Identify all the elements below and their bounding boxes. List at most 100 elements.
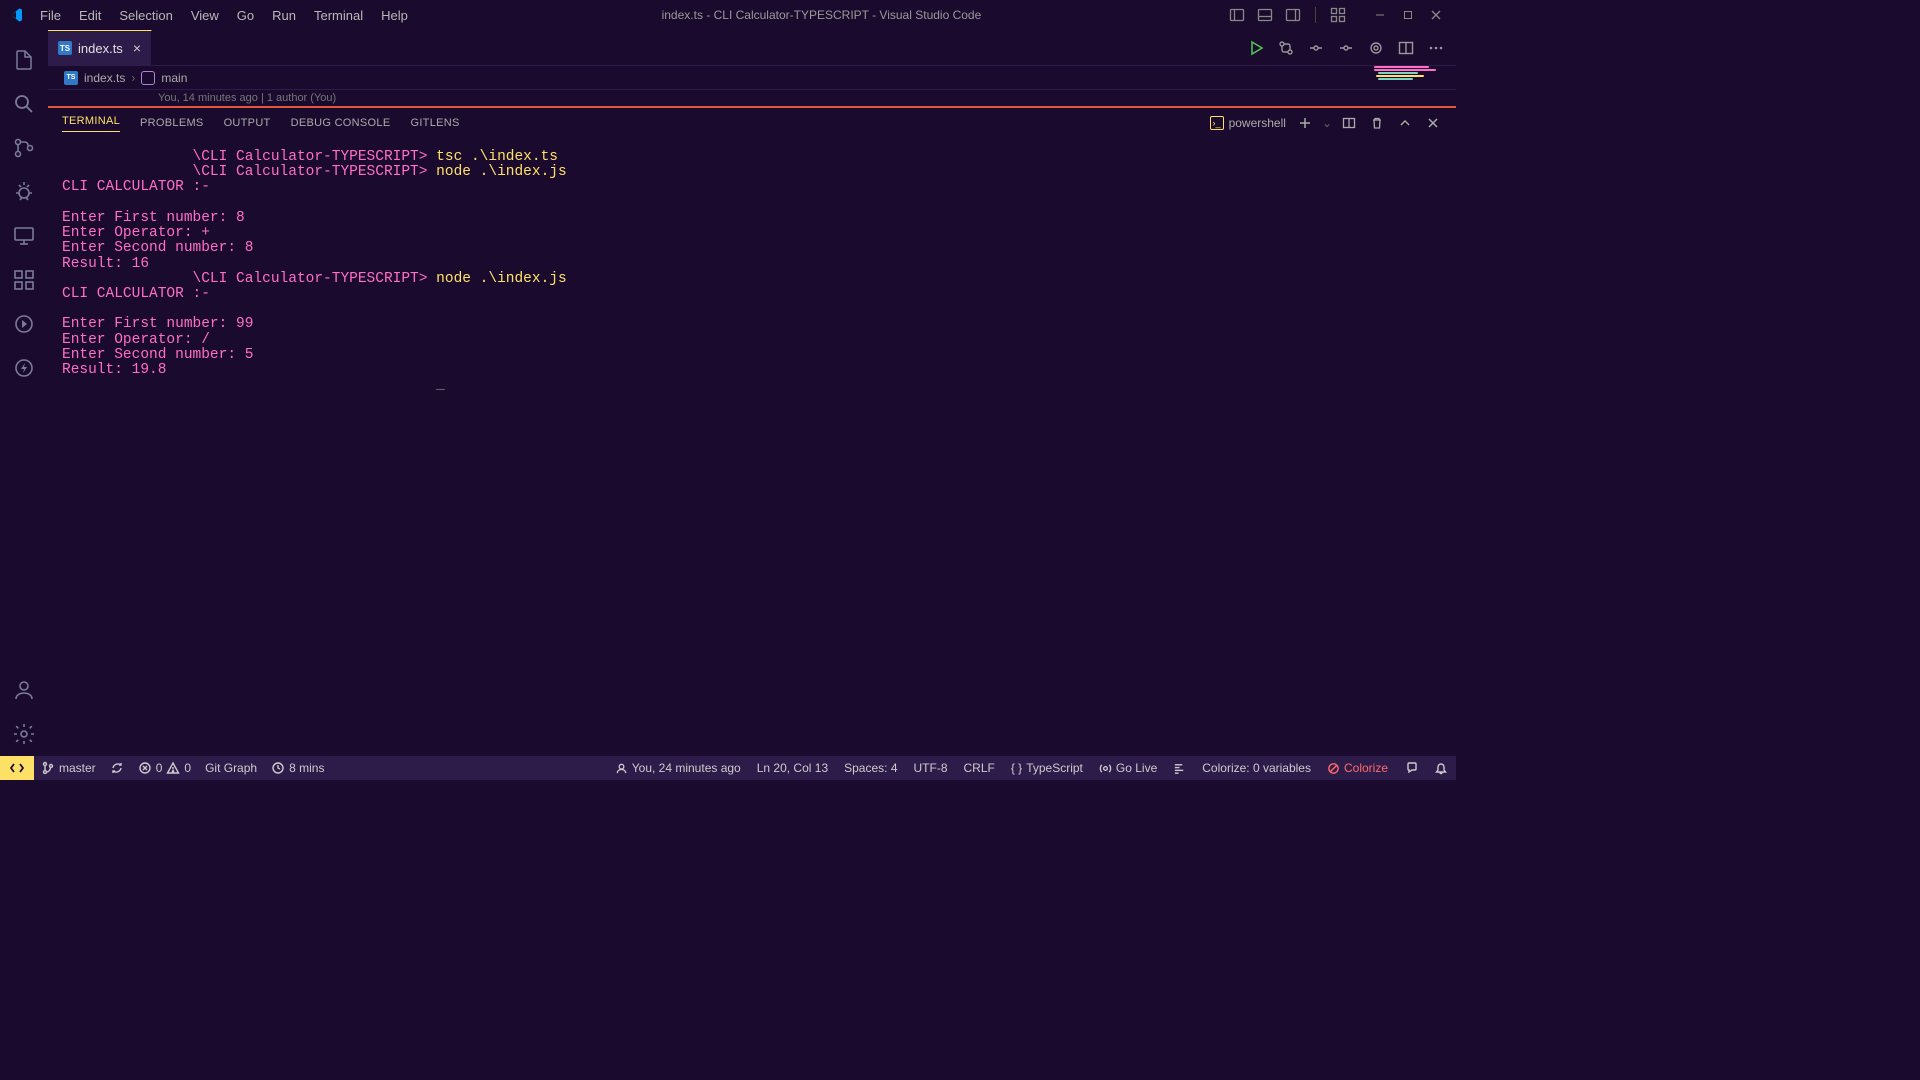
language-name: TypeScript: [1026, 761, 1083, 775]
git-branch[interactable]: master: [34, 761, 103, 775]
no-icon: [1327, 762, 1340, 775]
status-bar: master 0 0 Git Graph 8 mins You, 24 minu…: [0, 756, 1456, 780]
clock-icon: [271, 761, 285, 775]
gitlens-blame-annotation: You, 14 minutes ago | 1 author (You): [48, 90, 1456, 108]
menu-go[interactable]: Go: [229, 4, 262, 27]
git-next-icon[interactable]: [1336, 38, 1356, 58]
close-panel-icon[interactable]: [1424, 114, 1442, 132]
terminal-shell-label[interactable]: ›_ powershell: [1210, 116, 1286, 130]
colorize-toggle[interactable]: Colorize: [1319, 761, 1396, 775]
blame-text: You, 24 minutes ago: [632, 761, 741, 775]
kill-terminal-icon[interactable]: [1368, 114, 1386, 132]
layout-panel-icon[interactable]: [1255, 5, 1275, 25]
split-terminal-icon[interactable]: [1340, 114, 1358, 132]
remote-explorer-icon[interactable]: [0, 214, 48, 258]
breadcrumb-file: index.ts: [84, 71, 125, 85]
source-control-icon[interactable]: [0, 126, 48, 170]
error-icon: [138, 761, 152, 775]
tab-gitlens[interactable]: GITLENS: [410, 117, 459, 129]
eol-status[interactable]: CRLF: [956, 761, 1003, 775]
typescript-file-icon: TS: [64, 71, 78, 85]
go-live-label: Go Live: [1116, 761, 1157, 775]
go-live-button[interactable]: Go Live: [1091, 761, 1165, 775]
tab-index-ts[interactable]: TS index.ts ×: [48, 30, 152, 65]
more-actions-icon[interactable]: [1426, 38, 1446, 58]
error-count: 0: [156, 761, 163, 775]
notifications-icon[interactable]: [1426, 761, 1456, 775]
tab-problems[interactable]: PROBLEMS: [140, 117, 204, 129]
git-graph-button[interactable]: Git Graph: [198, 761, 264, 775]
gitlens-blame-status[interactable]: You, 24 minutes ago: [607, 761, 749, 775]
close-button[interactable]: [1424, 3, 1448, 27]
liveshare-icon[interactable]: [0, 302, 48, 346]
tab-debug-console[interactable]: DEBUG CONSOLE: [291, 117, 391, 129]
terminal-output[interactable]: \CLI Calculator-TYPESCRIPT> tsc .\index.…: [48, 138, 1456, 756]
prettier-icon: [1173, 762, 1186, 775]
sync-button[interactable]: [103, 761, 131, 775]
broadcast-icon: [1099, 762, 1112, 775]
tab-label: index.ts: [78, 41, 123, 56]
git-prev-icon[interactable]: [1306, 38, 1326, 58]
symbol-method-icon: [141, 71, 155, 85]
warning-count: 0: [184, 761, 191, 775]
braces-icon: { }: [1011, 761, 1022, 775]
git-lens-toggle-icon[interactable]: [1366, 38, 1386, 58]
minimize-button[interactable]: [1368, 3, 1392, 27]
menu-view[interactable]: View: [183, 4, 227, 27]
prettier-status[interactable]: [1165, 762, 1194, 775]
language-mode[interactable]: { } TypeScript: [1003, 761, 1091, 775]
wakatime-status[interactable]: 8 mins: [264, 761, 331, 775]
thunder-icon[interactable]: [0, 346, 48, 390]
person-icon: [615, 762, 628, 775]
run-debug-icon[interactable]: [0, 170, 48, 214]
warning-icon: [166, 761, 180, 775]
sync-icon: [110, 761, 124, 775]
settings-gear-icon[interactable]: [0, 712, 48, 756]
terminal-shell-icon: ›_: [1210, 116, 1224, 130]
breadcrumb[interactable]: TS index.ts › main: [48, 66, 1456, 90]
bottom-panel: TERMINAL PROBLEMS OUTPUT DEBUG CONSOLE G…: [48, 108, 1456, 756]
menu-terminal[interactable]: Terminal: [306, 4, 371, 27]
breadcrumb-symbol: main: [161, 71, 187, 85]
editor-area: TS index.ts × TS index.ts › main You, 14…: [48, 30, 1456, 756]
accounts-icon[interactable]: [0, 668, 48, 712]
feedback-icon[interactable]: [1396, 761, 1426, 775]
indent-status[interactable]: Spaces: 4: [836, 761, 905, 775]
window-title: index.ts - CLI Calculator-TYPESCRIPT - V…: [416, 8, 1227, 22]
extensions-icon[interactable]: [0, 258, 48, 302]
new-terminal-icon[interactable]: [1296, 114, 1314, 132]
layout-sidebar-left-icon[interactable]: [1227, 5, 1247, 25]
colorize-status[interactable]: Colorize: 0 variables: [1194, 761, 1319, 775]
split-editor-icon[interactable]: [1396, 38, 1416, 58]
layout-sidebar-right-icon[interactable]: [1283, 5, 1303, 25]
typescript-file-icon: TS: [58, 41, 72, 55]
run-file-icon[interactable]: [1246, 38, 1266, 58]
problems-status[interactable]: 0 0: [131, 761, 198, 775]
search-icon[interactable]: [0, 82, 48, 126]
cursor-position[interactable]: Ln 20, Col 13: [749, 761, 836, 775]
tab-terminal[interactable]: TERMINAL: [62, 115, 120, 132]
menu-file[interactable]: File: [32, 4, 69, 27]
vscode-logo-icon: [8, 7, 24, 23]
menu-selection[interactable]: Selection: [111, 4, 180, 27]
branch-icon: [41, 761, 55, 775]
menu-edit[interactable]: Edit: [71, 4, 109, 27]
tab-output[interactable]: OUTPUT: [224, 117, 271, 129]
panel-tabs: TERMINAL PROBLEMS OUTPUT DEBUG CONSOLE G…: [48, 108, 1456, 138]
branch-name: master: [59, 761, 96, 775]
menu-run[interactable]: Run: [264, 4, 304, 27]
title-right-controls: [1227, 3, 1448, 27]
close-icon[interactable]: ×: [133, 40, 141, 56]
separator: [1315, 7, 1316, 23]
chevron-down-icon[interactable]: ⌄: [1322, 116, 1332, 130]
editor-tabs: TS index.ts ×: [48, 30, 1456, 66]
colorize-label: Colorize: [1344, 761, 1388, 775]
layout-customize-icon[interactable]: [1328, 5, 1348, 25]
remote-indicator[interactable]: [0, 756, 34, 780]
maximize-panel-icon[interactable]: [1396, 114, 1414, 132]
git-compare-icon[interactable]: [1276, 38, 1296, 58]
menu-help[interactable]: Help: [373, 4, 416, 27]
maximize-button[interactable]: [1396, 3, 1420, 27]
encoding-status[interactable]: UTF-8: [906, 761, 956, 775]
explorer-icon[interactable]: [0, 38, 48, 82]
